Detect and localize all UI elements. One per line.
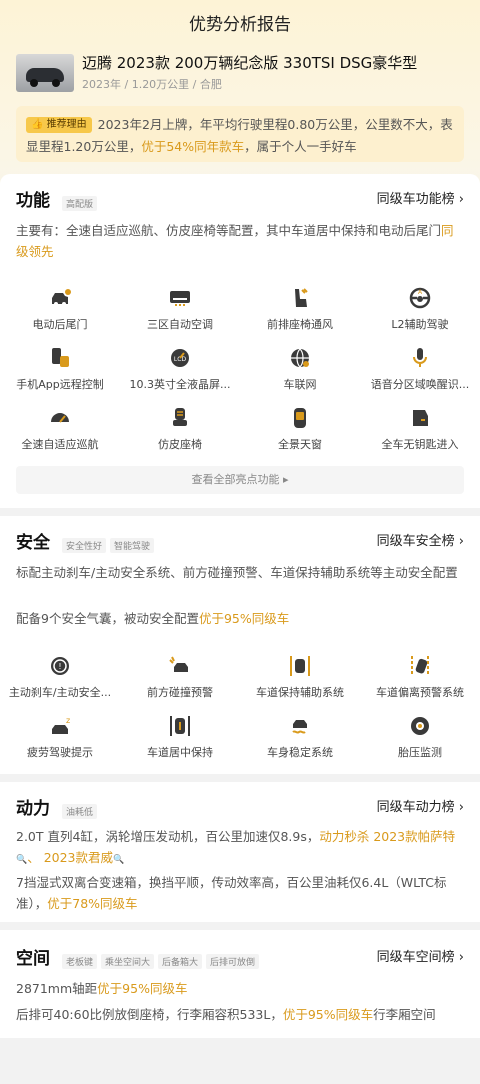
car-thumbnail (16, 54, 74, 92)
function-desc: 主要有：全速自适应巡航、仿皮座椅等配置，其中车道居中保持和电动后尾门同级领先 (16, 223, 454, 259)
steering-wheel-icon: A (409, 287, 431, 309)
chip: 智能驾驶 (110, 538, 155, 553)
chip: 后排可放倒 (206, 954, 260, 969)
power-desc-2: 7挡湿式双离合变速箱，换挡平顺，传动效率高，百公里油耗仅6.4L（WLTC标准）… (16, 875, 447, 911)
safety-lane-center[interactable]: 车道居中保持 (120, 714, 240, 770)
feature-l2[interactable]: A L2辅助驾驶 (360, 286, 480, 342)
chip: 老板键 (62, 954, 98, 969)
speedometer-icon (51, 413, 69, 423)
chip: 乘坐空间大 (101, 954, 155, 969)
safety-ldw[interactable]: 车道偏离预警系统 (360, 654, 480, 710)
space-rank-link[interactable]: 同级车空间榜 › (377, 946, 464, 965)
svg-text:!: ! (58, 662, 61, 671)
feature-keyless[interactable]: 全车无钥匙进入 (360, 406, 480, 462)
page-title: 优势分析报告 (189, 15, 291, 35)
seat-icon (295, 288, 308, 307)
safety-fcw[interactable]: 前方碰撞预警 (120, 654, 240, 710)
lane-center-icon (170, 716, 190, 736)
collision-warning-icon (169, 656, 188, 672)
space-desc-2: 后排可40:60比例放倒座椅，行李厢容积533L，优于95%同级车行李厢空间 (16, 1007, 436, 1022)
safety-fatigue[interactable]: z 疲劳驾驶提示 (0, 714, 120, 770)
car-top-icon (294, 408, 306, 428)
safety-card: 安全 安全性好 智能驾驶 同级车安全榜 › 标配主动刹车/主动安全系统、前方碰撞预… (0, 516, 480, 774)
function-rank-link[interactable]: 同级车功能榜 › (377, 188, 464, 207)
safety-aeb[interactable]: ! 主动刹车/主动安全... (0, 654, 120, 710)
fatigue-icon: z (52, 716, 70, 734)
recommend-tag: 👍 推荐理由 (26, 117, 92, 133)
feature-power-tailgate[interactable]: 电动后尾门 (0, 286, 120, 342)
safety-desc-1: 标配主动刹车/主动安全系统、前方碰撞预警、车道保持辅助系统等主动安全配置 (16, 565, 458, 580)
space-title: 空间 (16, 949, 50, 969)
seat-front-icon (173, 408, 187, 426)
compare-link-passat[interactable]: 动力秒杀 2023款帕萨特 (319, 829, 455, 844)
car-door-icon (413, 410, 428, 426)
feature-connected[interactable]: 车联网 (240, 346, 360, 402)
power-card: 动力 油耗低 同级车动力榜 › 2.0T 直列4缸，涡轮增压发动机，百公里加速仅… (0, 782, 480, 922)
svg-text:z: z (66, 716, 70, 725)
feature-lcd[interactable]: LCD 10.3英寸全液晶屏... (120, 346, 240, 402)
stability-icon (292, 720, 307, 734)
feature-sunroof[interactable]: 全景天窗 (240, 406, 360, 462)
space-chips: 老板键 乘坐空间大 后备箱大 后排可放倒 (58, 950, 260, 969)
safety-chips: 安全性好 智能驾驶 (58, 534, 155, 553)
feature-acc[interactable]: 全速自适应巡航 (0, 406, 120, 462)
reason-text-end: ，属于个人一手好车 (244, 139, 357, 154)
air-conditioner-icon (170, 291, 190, 306)
compare-link-regal[interactable]: 、 2023款君威 (27, 850, 113, 865)
lane-departure-icon (411, 656, 429, 676)
power-title: 动力 (16, 799, 50, 819)
safety-desc-2: 配备9个安全气囊，被动安全配置优于95%同级车 (16, 611, 290, 626)
power-desc-1: 2.0T 直列4缸，涡轮增压发动机，百公里加速仅8.9s，动力秒杀 2023款帕… (16, 829, 456, 865)
safety-lka[interactable]: 车道保持辅助系统 (240, 654, 360, 710)
recommend-reason: 👍 推荐理由 2023年2月上牌，年平均行驶里程0.80万公里，公里数不大，表显里… (16, 106, 464, 162)
car-rear-icon (52, 289, 71, 306)
tire-icon (411, 717, 429, 735)
view-all-features-button[interactable]: 查看全部亮点功能 ▸ (16, 466, 464, 494)
lane-keep-icon (290, 656, 310, 676)
safety-rank-link[interactable]: 同级车安全榜 › (377, 530, 464, 549)
function-chips: 高配版 (58, 192, 98, 211)
chip: 安全性好 (62, 538, 107, 553)
chip: 高配版 (62, 196, 98, 211)
power-rank-link[interactable]: 同级车动力榜 › (377, 796, 464, 815)
car-info[interactable]: 迈腾 2023款 200万辆纪念版 330TSI DSG豪华型 2023年 / … (16, 52, 466, 98)
space-card: 空间 老板键 乘坐空间大 后备箱大 后排可放倒 同级车空间榜 › 2871mm轴距优于… (0, 930, 480, 1038)
safety-tpms[interactable]: 胎压监测 (360, 714, 480, 770)
chip: 后备箱大 (158, 954, 203, 969)
feature-leather-seat[interactable]: 仿皮座椅 (120, 406, 240, 462)
chip: 油耗低 (62, 804, 98, 819)
safety-title: 安全 (16, 533, 50, 553)
power-chips: 油耗低 (58, 800, 98, 819)
phone-icon (52, 348, 69, 367)
feature-seat-vent[interactable]: 前排座椅通风 (240, 286, 360, 342)
car-meta: 2023年 / 1.20万公里 / 合肥 (82, 78, 222, 91)
safety-esc[interactable]: 车身稳定系统 (240, 714, 360, 770)
feature-voice[interactable]: 语音分区域唤醒识... (360, 346, 480, 402)
function-card: 功能 高配版 同级车功能榜 › 主要有：全速自适应巡航、仿皮座椅等配置，其中车道… (0, 174, 480, 508)
brake-icon: ! (51, 657, 69, 675)
lcd-gauge-icon: LCD (171, 349, 189, 367)
car-name: 迈腾 2023款 200万辆纪念版 330TSI DSG豪华型 (82, 54, 418, 72)
globe-icon (291, 348, 309, 368)
microphone-icon (413, 348, 427, 367)
reason-highlight: 优于54%同年款车 (141, 139, 245, 154)
function-title: 功能 (16, 191, 50, 211)
space-desc-1: 2871mm轴距优于95%同级车 (16, 981, 188, 996)
feature-app-remote[interactable]: 手机App远程控制 (0, 346, 120, 402)
feature-ac[interactable]: 三区自动空调 (120, 286, 240, 342)
